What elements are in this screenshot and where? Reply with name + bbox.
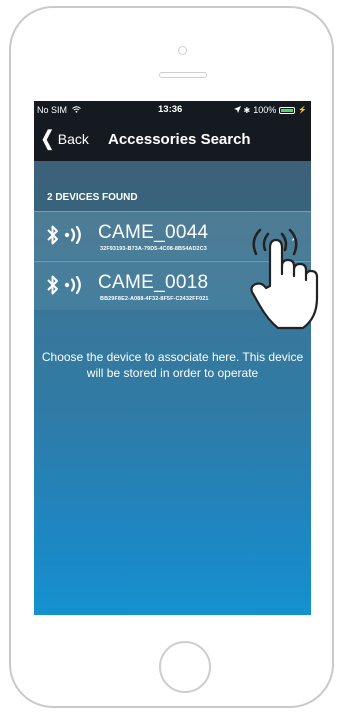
instructions-text: Choose the device to associate here. Thi…	[41, 350, 304, 380]
section-header: 2 DEVICES FOUND	[34, 161, 311, 211]
battery-icon	[279, 106, 296, 114]
device-uuid: BB29F8E2-A088-4F32-8F5F-C2432FF021	[100, 296, 209, 302]
device-uuid: 32F93193-B73A-79D5-4C08-8B54AD2C3	[100, 246, 207, 252]
navigation-bar: ❮ Back Accessories Search	[34, 119, 311, 161]
front-camera	[178, 46, 187, 55]
chevron-left-icon: ❮	[40, 128, 55, 150]
signal-waves-icon	[64, 276, 81, 294]
page-title: Accessories Search	[108, 131, 251, 148]
carrier-label: No SIM	[37, 105, 68, 115]
bluetooth-icon	[47, 275, 58, 295]
device-name: CAME_0018	[98, 272, 209, 293]
clock: 13:36	[158, 104, 183, 115]
earpiece-speaker	[159, 72, 207, 78]
signal-waves-icon	[64, 226, 81, 244]
battery-percent: 100%	[253, 105, 277, 115]
back-button[interactable]: ❮ Back	[39, 128, 89, 150]
hand-pointer-icon	[250, 228, 319, 330]
device-name: CAME_0044	[98, 222, 209, 243]
home-button[interactable]	[159, 641, 211, 693]
bluetooth-status-icon: ✱	[243, 105, 251, 115]
bluetooth-icon	[47, 225, 58, 245]
wifi-icon	[71, 106, 81, 115]
devices-found-label: 2 DEVICES FOUND	[47, 192, 138, 203]
charging-icon: ⚡	[298, 107, 307, 114]
status-bar: No SIM 13:36 ✱ 100% ⚡	[34, 101, 311, 119]
location-icon	[233, 105, 241, 115]
app-screen: No SIM 13:36 ✱ 100% ⚡ ❮ Back Accessories…	[34, 101, 311, 615]
back-label: Back	[57, 131, 89, 147]
